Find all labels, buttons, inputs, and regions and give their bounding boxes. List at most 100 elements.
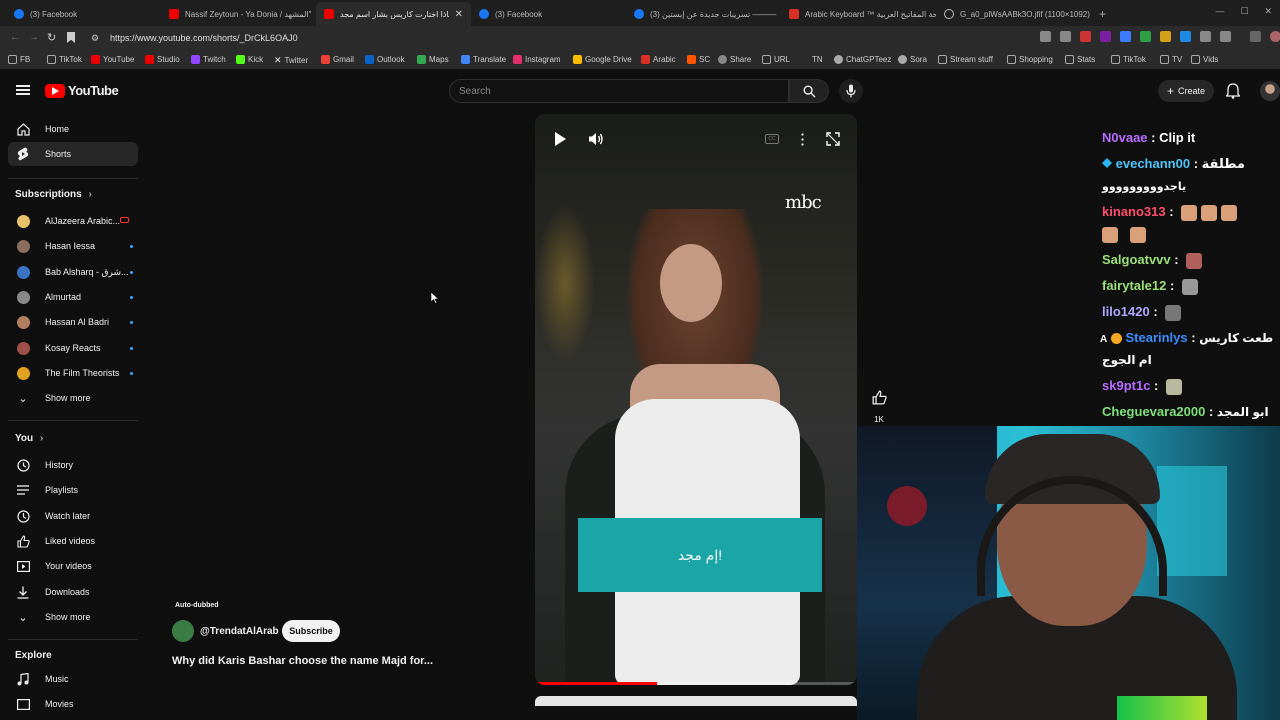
bookmark-studio[interactable]: Studio <box>145 55 180 64</box>
sidebar-item-movies[interactable]: Movies <box>8 692 138 716</box>
extension-icon[interactable] <box>1120 31 1131 42</box>
youtube-icon <box>91 55 100 64</box>
bookmark-drive[interactable]: Google Drive <box>573 55 632 64</box>
channel-name[interactable]: @TrendatAlArab <box>200 626 279 637</box>
bookmark-kick[interactable]: Kick <box>236 55 263 64</box>
bookmark-instagram[interactable]: Instagram <box>513 55 561 64</box>
browser-tab[interactable]: G_a0_plWsAABk3O.jfif (1100×1092) <box>936 2 1091 26</box>
bookmark-stats[interactable]: Stats <box>1065 55 1095 64</box>
puzzle-icon[interactable] <box>1200 31 1211 42</box>
menu-icon[interactable] <box>16 85 30 95</box>
bookmark-stream-stuff[interactable]: Stream stuff <box>938 55 993 64</box>
media-icon[interactable] <box>1250 31 1261 42</box>
bookmark-translate[interactable]: Translate <box>461 55 506 64</box>
sidebar-item-subscription[interactable]: Bab Alsharq - شرق... <box>8 260 138 284</box>
subscribe-button[interactable]: Subscribe <box>282 620 340 642</box>
fullscreen-icon[interactable] <box>826 132 840 146</box>
sidebar-item-subscription[interactable]: Hasan Iessa <box>8 234 138 258</box>
bookmark-outlook[interactable]: Outlook <box>365 55 405 64</box>
site-info-icon[interactable]: ⚙ <box>91 33 99 44</box>
browser-tab[interactable]: Arabic Keyboard ™ لوحة المفاتيح العربية <box>781 2 936 26</box>
play-icon[interactable] <box>555 132 566 146</box>
bookmark-twitch[interactable]: Twitch <box>191 55 226 64</box>
like-button[interactable] <box>866 384 892 410</box>
forward-icon[interactable]: → <box>29 32 39 43</box>
sidebar-item-playlists[interactable]: Playlists <box>8 478 138 502</box>
bookmark-icon[interactable] <box>67 32 75 43</box>
short-title[interactable]: Why did Karis Bashar choose the name Maj… <box>172 655 433 667</box>
next-short-preview[interactable] <box>535 696 857 706</box>
sidebar-item-subscription[interactable]: Kosay Reacts <box>8 336 138 360</box>
video-progress-bar[interactable] <box>535 682 857 685</box>
bookmark-share[interactable]: Share <box>718 55 751 64</box>
sidebar-item-history[interactable]: History <box>8 453 138 477</box>
subscriptions-show-more[interactable]: ⌄ Show more <box>8 386 138 410</box>
search-button[interactable] <box>789 79 829 103</box>
minimize-icon[interactable]: — <box>1215 6 1224 17</box>
account-avatar[interactable] <box>1260 81 1280 101</box>
sidepanel-icon[interactable] <box>1220 31 1231 42</box>
captions-icon[interactable]: CC <box>765 134 779 144</box>
maximize-icon[interactable]: ☐ <box>1240 6 1248 17</box>
sidebar-item-subscription[interactable]: Hassan Al Badri <box>8 310 138 334</box>
close-window-icon[interactable]: ✕ <box>1264 6 1272 17</box>
bookmark-chatgpteez[interactable]: ChatGPTeez <box>834 55 891 64</box>
voice-search-button[interactable] <box>839 79 863 103</box>
create-button[interactable]: + Create <box>1158 80 1214 102</box>
youtube-logo[interactable]: YouTube <box>45 83 119 98</box>
search-input[interactable]: Search <box>449 79 789 103</box>
sidebar-item-watch-later[interactable]: Watch later <box>8 504 138 528</box>
bookmark-twitter[interactable]: ✕ Twitter <box>274 55 308 66</box>
bookmark-maps[interactable]: Maps <box>417 55 449 64</box>
bookmark-vids[interactable]: Vids <box>1191 55 1218 64</box>
bookmark-tiktok[interactable]: TikTok <box>47 55 82 64</box>
sidebar-item-liked-videos[interactable]: Liked videos <box>8 529 138 553</box>
close-icon[interactable]: ✕ <box>455 9 463 20</box>
url-field[interactable]: https://www.youtube.com/shorts/_DrCkL6OA… <box>110 33 298 43</box>
share-icon[interactable] <box>1060 31 1071 42</box>
you-heading[interactable]: You › <box>15 433 43 444</box>
profile-icon[interactable] <box>1270 31 1280 42</box>
sidebar-item-home[interactable]: Home <box>8 117 138 141</box>
extension-icon[interactable] <box>1140 31 1151 42</box>
arabic-icon <box>641 55 650 64</box>
sidebar-item-music[interactable]: Music <box>8 667 138 691</box>
bookmark-shopping[interactable]: Shopping <box>1007 55 1053 64</box>
new-tab-button[interactable]: + <box>1091 2 1111 26</box>
bookmark-fb[interactable]: FB <box>8 55 30 64</box>
subscriptions-heading[interactable]: Subscriptions › <box>15 189 92 200</box>
bookmark-arabic[interactable]: Arabic <box>641 55 676 64</box>
bookmark-url[interactable]: URL <box>762 55 790 64</box>
browser-tab-active[interactable]: لماذا اختارت كاريس بشار اسم مجد ✕ <box>316 2 471 26</box>
bookmark-youtube[interactable]: YouTube <box>91 55 134 64</box>
reload-icon[interactable]: ↻ <box>47 31 56 44</box>
sidebar-item-downloads[interactable]: Downloads <box>8 580 138 604</box>
bookmark-sc[interactable]: SC <box>687 55 710 64</box>
bookmark-tiktok-2[interactable]: TikTok <box>1111 55 1146 64</box>
bookmark-tn[interactable]: TN <box>812 55 823 64</box>
browser-tab[interactable]: (3) تسريبات جديدة عن إبستين ——— <box>626 2 781 26</box>
bookmark-tv[interactable]: TV <box>1160 55 1182 64</box>
volume-icon[interactable] <box>588 132 604 146</box>
extension-icon[interactable] <box>1160 31 1171 42</box>
sidebar-item-subscription[interactable]: The Film Theorists <box>8 361 138 385</box>
sidebar-item-subscription[interactable]: AlJazeera Arabic... <box>8 209 138 233</box>
more-options-icon[interactable] <box>801 132 804 146</box>
sidebar-item-shorts[interactable]: Shorts <box>8 142 138 166</box>
extension-icon[interactable] <box>1100 31 1111 42</box>
extension-icon[interactable] <box>1080 31 1091 42</box>
sidebar-item-your-videos[interactable]: Your videos <box>8 554 138 578</box>
browser-tab[interactable]: (3) Facebook <box>6 2 161 26</box>
sidebar-item-subscription[interactable]: Almurtad <box>8 285 138 309</box>
you-show-more[interactable]: ⌄ Show more <box>8 605 138 629</box>
bookmark-gmail[interactable]: Gmail <box>321 55 354 64</box>
shorts-video-player[interactable]: mbc إم مجد! CC <box>535 114 857 685</box>
channel-avatar[interactable] <box>172 620 194 642</box>
browser-tab[interactable]: Nassif Zeytoun - Ya Donia / المشهد" <box>161 2 316 26</box>
bookmark-sora[interactable]: Sora <box>898 55 927 64</box>
notifications-bell-icon[interactable] <box>1226 83 1240 99</box>
back-icon[interactable]: ← <box>10 32 20 43</box>
browser-tab[interactable]: (3) Facebook <box>471 2 626 26</box>
cast-icon[interactable] <box>1040 31 1051 42</box>
extension-icon[interactable] <box>1180 31 1191 42</box>
